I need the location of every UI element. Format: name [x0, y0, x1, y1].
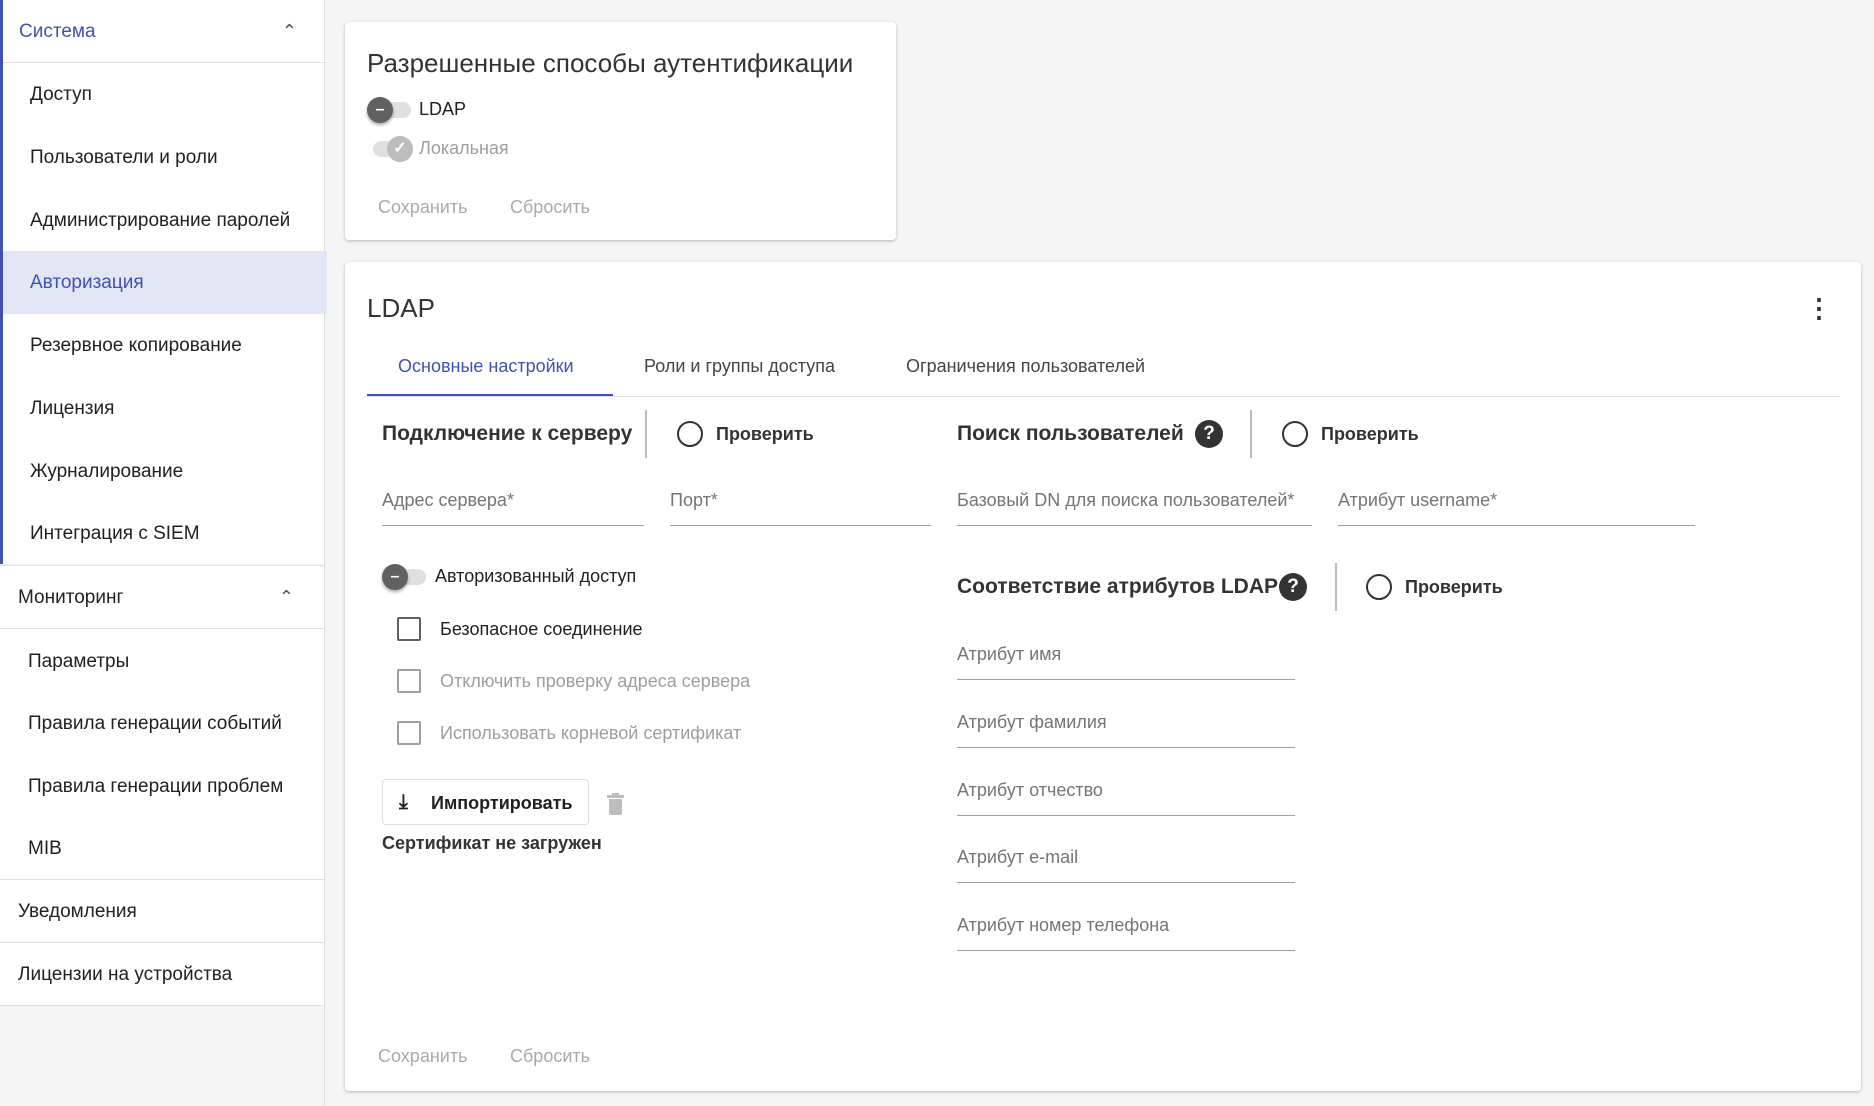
sidebar-item-device-licenses[interactable]: Лицензии на устройства — [0, 943, 324, 1006]
field-placeholder: Атрибут e-mail — [957, 847, 1078, 868]
import-button[interactable]: ⤓ Импортировать — [382, 779, 589, 825]
disable-address-check-label: Отключить проверку адреса сервера — [440, 669, 750, 693]
sidebar-item-users-roles[interactable]: Пользователи и роли — [3, 126, 327, 189]
secure-connection-checkbox[interactable] — [397, 617, 421, 641]
card-title: Разрешенные способы аутентификации — [367, 48, 853, 79]
download-icon: ⤓ — [399, 790, 408, 814]
sidebar-item-license[interactable]: Лицензия — [3, 377, 327, 440]
server-address-input[interactable]: Адрес сервера* — [382, 486, 644, 526]
help-icon[interactable]: ? — [1195, 420, 1223, 448]
active-tab-indicator — [367, 394, 613, 396]
field-placeholder: Атрибут отчество — [957, 780, 1103, 801]
sidebar-item-mib[interactable]: MIB — [0, 817, 324, 880]
save-button[interactable]: Сохранить — [378, 189, 467, 225]
chevron-up-icon: ⌃ — [279, 566, 294, 629]
reset-button[interactable]: Сбросить — [510, 189, 590, 225]
sidebar-item-backup[interactable]: Резервное копирование — [3, 314, 327, 377]
ldap-toggle-label: LDAP — [419, 97, 466, 121]
field-placeholder: Атрибут номер телефона — [957, 915, 1169, 936]
middle-name-attr-input[interactable]: Атрибут отчество — [957, 776, 1295, 816]
sidebar-item-logging[interactable]: Журналирование — [3, 440, 327, 503]
root-cert-label: Использовать корневой сертификат — [440, 721, 741, 745]
sidebar-item-password-admin[interactable]: Администрирование паролей — [3, 189, 327, 252]
more-vert-icon[interactable]: ⋮ — [1806, 293, 1822, 323]
local-toggle-label: Локальная — [419, 136, 509, 160]
sidebar: Система ⌃ Доступ Пользователи и роли Адми… — [0, 0, 325, 1106]
ldap-reset-button[interactable]: Сбросить — [510, 1038, 590, 1074]
sidebar-header-monitoring[interactable]: Мониторинг ⌃ — [0, 566, 324, 629]
sidebar-item-event-rules[interactable]: Правила генерации событий — [0, 692, 324, 755]
username-attr-input[interactable]: Атрибут username* — [1338, 486, 1695, 526]
base-dn-placeholder: Базовый DN для поиска пользователей* — [957, 490, 1294, 511]
trash-icon[interactable] — [607, 793, 624, 815]
connection-check-label[interactable]: Проверить — [716, 421, 814, 447]
sidebar-item-access[interactable]: Доступ — [3, 63, 327, 126]
port-input[interactable]: Порт* — [670, 486, 931, 526]
mapping-check-label[interactable]: Проверить — [1405, 574, 1503, 600]
authorized-access-label: Авторизованный доступ — [435, 564, 636, 588]
root-cert-checkbox[interactable] — [397, 721, 421, 745]
tab-roles-groups[interactable]: Роли и группы доступа — [644, 350, 835, 382]
sidebar-header-system[interactable]: Система ⌃ — [3, 0, 327, 63]
mapping-check-radio[interactable] — [1366, 574, 1392, 600]
tabs-divider — [367, 396, 1840, 397]
server-address-placeholder: Адрес сервера* — [382, 490, 514, 511]
chevron-up-icon: ⌃ — [282, 0, 297, 63]
first-name-attr-input[interactable]: Атрибут имя — [957, 640, 1295, 680]
phone-attr-input[interactable]: Атрибут номер телефона — [957, 911, 1295, 951]
secure-connection-label: Безопасное соединение — [440, 617, 643, 641]
mapping-heading: Соответствие атрибутов LDAP — [957, 572, 1278, 602]
sidebar-item-parameters[interactable]: Параметры — [0, 630, 324, 693]
divider — [1250, 410, 1252, 458]
email-attr-input[interactable]: Атрибут e-mail — [957, 843, 1295, 883]
auth-methods-card: Разрешенные способы аутентификации – LDA… — [345, 22, 896, 240]
search-heading: Поиск пользователей — [957, 419, 1184, 449]
base-dn-input[interactable]: Базовый DN для поиска пользователей* — [957, 486, 1312, 526]
tab-main-settings[interactable]: Основные настройки — [398, 350, 574, 382]
sidebar-header-label: Мониторинг — [18, 587, 123, 608]
search-check-label[interactable]: Проверить — [1321, 421, 1419, 447]
ldap-card-title: LDAP — [367, 293, 435, 324]
disable-address-check-checkbox[interactable] — [397, 669, 421, 693]
sidebar-section-system: Система ⌃ Доступ Пользователи и роли Адми… — [0, 0, 324, 564]
connection-check-radio[interactable] — [677, 421, 703, 447]
sidebar-item-authorization[interactable]: Авторизация — [3, 251, 327, 314]
sidebar-header-label: Система — [19, 21, 96, 42]
field-placeholder: Атрибут имя — [957, 644, 1061, 665]
authorized-access-toggle[interactable]: – — [382, 564, 430, 588]
sidebar-item-notifications[interactable]: Уведомления — [0, 880, 324, 943]
field-placeholder: Атрибут фамилия — [957, 712, 1107, 733]
tab-user-restrictions[interactable]: Ограничения пользователей — [906, 350, 1145, 382]
ldap-toggle[interactable]: – — [367, 97, 415, 121]
cert-status: Сертификат не загружен — [382, 833, 602, 854]
divider — [645, 410, 647, 458]
sidebar-item-problem-rules[interactable]: Правила генерации проблем — [0, 755, 324, 818]
connection-heading: Подключение к серверу — [382, 419, 632, 449]
last-name-attr-input[interactable]: Атрибут фамилия — [957, 708, 1295, 748]
search-check-radio[interactable] — [1282, 421, 1308, 447]
import-label: Импортировать — [431, 791, 572, 815]
username-attr-placeholder: Атрибут username* — [1338, 490, 1497, 511]
sidebar-item-siem[interactable]: Интеграция с SIEM — [3, 502, 327, 565]
port-placeholder: Порт* — [670, 490, 718, 511]
divider — [1335, 563, 1337, 611]
ldap-save-button[interactable]: Сохранить — [378, 1038, 467, 1074]
sidebar-section-monitoring: Мониторинг ⌃ Параметры Правила генерации … — [0, 565, 324, 880]
help-icon[interactable]: ? — [1279, 573, 1307, 601]
local-toggle[interactable]: ✓ — [367, 136, 415, 160]
